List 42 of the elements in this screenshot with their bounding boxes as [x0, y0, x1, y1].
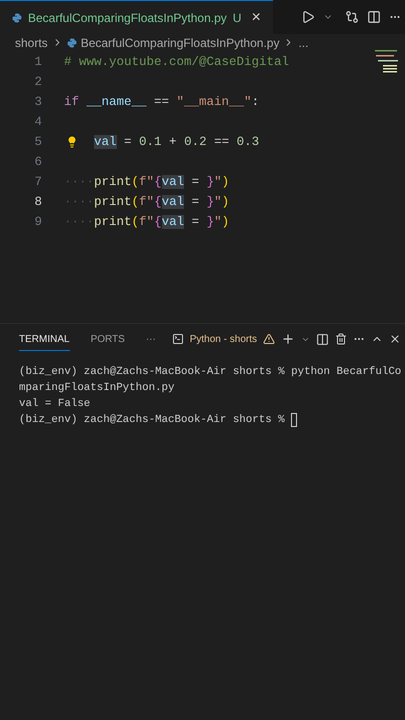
panel-tab[interactable]: TERMINAL — [19, 328, 70, 350]
terminal-icon — [172, 333, 184, 345]
new-terminal-icon[interactable] — [281, 332, 295, 346]
split-editor-icon[interactable] — [367, 10, 381, 24]
split-terminal-icon[interactable] — [316, 332, 329, 346]
python-file-icon — [66, 38, 77, 48]
tab-filename: BecarfulComparingFloatsInPython.py — [28, 10, 227, 26]
lightbulb-icon[interactable] — [66, 136, 78, 148]
terminal-name[interactable]: Python - shorts — [190, 332, 257, 346]
close-icon[interactable]: × — [251, 10, 261, 26]
panel-tab[interactable]: PORTS — [90, 328, 125, 350]
python-file-icon — [12, 12, 22, 22]
line-number: 9 — [33, 214, 43, 231]
terminal-line: (biz_env) zach@Zachs-MacBook-Air shorts % python BecarfulCo — [19, 365, 402, 380]
trash-icon[interactable] — [335, 333, 347, 345]
code-line: ····print(f"{val = }") — [64, 194, 230, 211]
line-number: 2 — [33, 74, 43, 91]
code-line: # www.youtube.com/@CaseDigital — [64, 54, 290, 71]
code-line: ····print(f"{val = }") — [64, 174, 230, 191]
code-line: if __name__ == "__main__": — [64, 94, 260, 111]
terminal-line: (biz_env) zach@Zachs-MacBook-Air shorts % — [19, 413, 286, 428]
editor-tab[interactable]: BecarfulComparingFloatsInPython.py U × — [0, 0, 273, 34]
breadcrumb-item[interactable]: shorts — [15, 34, 48, 52]
terminal-line: mparingFloatsInPython.py — [19, 381, 175, 396]
line-number: 1 — [33, 54, 43, 71]
panel-tab[interactable]: ··· — [146, 328, 156, 350]
compare-icon[interactable] — [345, 10, 359, 24]
code-line: val = 0.1 + 0.2 == 0.3 — [94, 134, 260, 151]
breadcrumb-item[interactable]: BecarfulComparingFloatsInPython.py — [80, 34, 280, 52]
git-status: U — [232, 10, 242, 26]
line-number: 6 — [33, 154, 43, 171]
line-number: 5 — [33, 134, 43, 151]
run-icon[interactable] — [301, 10, 315, 24]
warning-icon — [263, 333, 275, 345]
line-number: 7 — [33, 174, 43, 191]
line-number: 8 — [33, 194, 43, 211]
line-number: 4 — [33, 114, 43, 131]
code-line: ····print(f"{val = }") — [64, 214, 230, 231]
breadcrumb-item[interactable]: ... — [298, 34, 308, 52]
line-number: 3 — [33, 94, 43, 111]
close-icon[interactable] — [389, 333, 401, 345]
terminal-line: val = False — [19, 397, 90, 412]
